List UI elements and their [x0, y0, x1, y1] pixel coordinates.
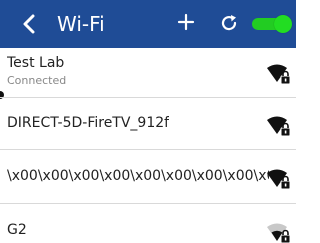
network-row-direct-firetv[interactable]: DIRECT-5D-FireTV_912f	[0, 98, 296, 150]
network-name: G2	[7, 222, 27, 238]
plus-icon	[177, 13, 195, 31]
wifi-locked-icon	[267, 64, 291, 85]
wifi-locked-icon	[267, 116, 291, 137]
toggle-knob	[274, 15, 292, 33]
page-title: Wi-Fi	[57, 12, 105, 36]
network-row-test-lab[interactable]: Test Lab Connected	[0, 48, 296, 98]
refresh-icon	[221, 15, 237, 31]
app-header: Wi-Fi	[0, 0, 296, 48]
network-name: Test Lab	[7, 55, 65, 71]
add-network-button[interactable]	[175, 11, 197, 33]
back-button[interactable]	[18, 13, 40, 35]
network-name: DIRECT-5D-FireTV_912f	[7, 115, 170, 131]
wifi-settings-screen: Wi-Fi Test Lab Connected DIRECT-5D-FireT…	[0, 0, 296, 243]
chevron-left-icon	[23, 14, 35, 34]
wifi-locked-weak-icon	[267, 223, 291, 243]
network-list: Test Lab Connected DIRECT-5D-FireTV_912f…	[0, 48, 296, 243]
wifi-locked-icon	[267, 169, 291, 190]
network-name: \x00\x00\x00\x00\x00\x00\x00\x00\x0...	[7, 168, 269, 184]
network-row-null-ssid[interactable]: \x00\x00\x00\x00\x00\x00\x00\x00\x0...	[0, 150, 296, 204]
refresh-button[interactable]	[218, 12, 240, 34]
wifi-toggle[interactable]	[252, 15, 292, 33]
network-row-g2[interactable]: G2	[0, 204, 296, 243]
network-status: Connected	[7, 74, 67, 87]
